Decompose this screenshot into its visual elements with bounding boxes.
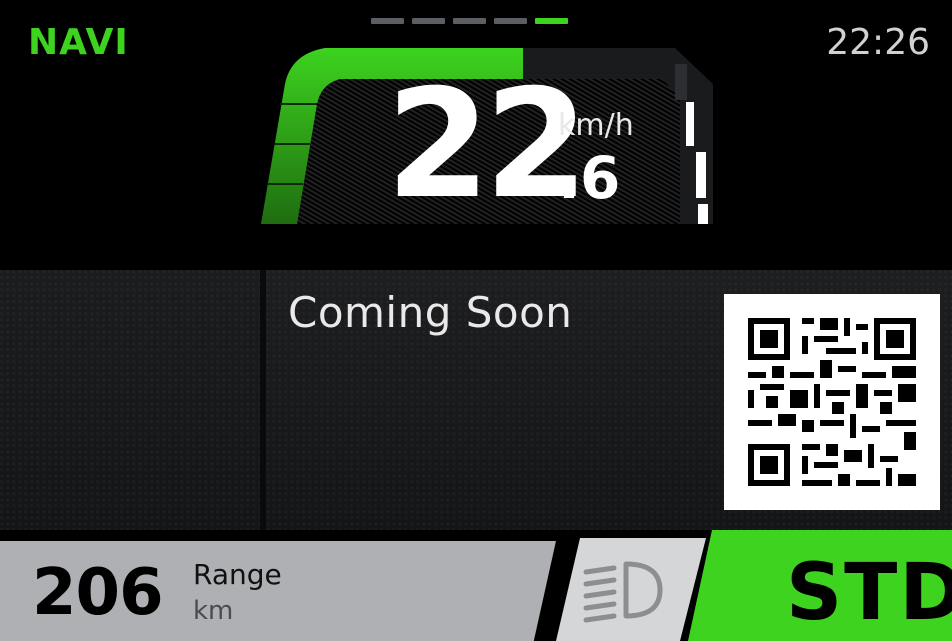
page-dot-1	[371, 18, 404, 24]
speed-readout: 22 km/h .6	[386, 70, 686, 240]
range-label: Range	[193, 558, 282, 591]
page-dot-2	[412, 18, 445, 24]
range-unit: km	[193, 596, 234, 626]
speed-decimal: .6	[558, 144, 621, 212]
speed-unit: km/h	[558, 108, 634, 143]
coming-soon-message: Coming Soon	[288, 288, 573, 337]
headlight-indicator	[556, 538, 706, 641]
ride-mode-label[interactable]: STD	[786, 548, 952, 638]
page-dot-4	[494, 18, 527, 24]
range-value: 206	[32, 556, 164, 630]
clock-time: 22:26	[826, 22, 930, 63]
speed-integer: 22	[386, 58, 589, 232]
qr-code-icon[interactable]	[724, 294, 940, 510]
page-dot-3	[453, 18, 486, 24]
page-dot-5-active	[535, 18, 568, 24]
dashboard-screen: NAVI 22:26 22 km/h .6 Coming Soon 206 Ra…	[0, 0, 952, 641]
left-info-panel	[0, 270, 260, 530]
navi-mode-label[interactable]: NAVI	[28, 22, 129, 63]
page-indicator	[371, 18, 568, 24]
